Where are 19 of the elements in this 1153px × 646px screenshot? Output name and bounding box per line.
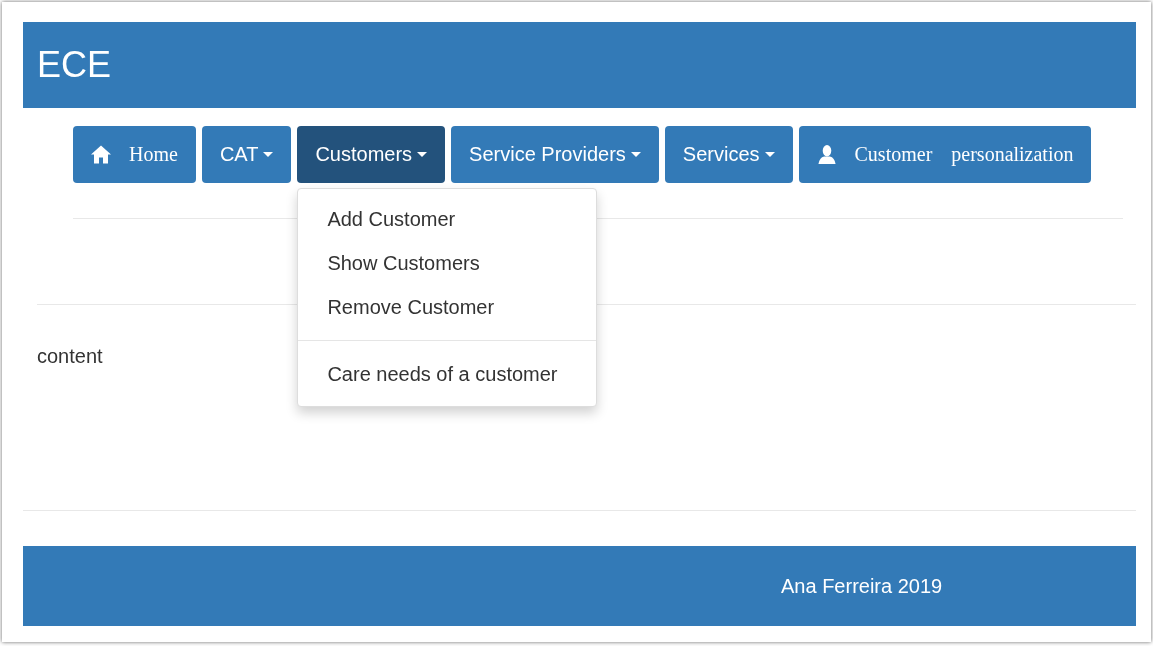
menu-item[interactable]: Care needs of a customer bbox=[298, 352, 597, 396]
content-text: content bbox=[37, 345, 103, 367]
user-icon bbox=[816, 145, 837, 164]
site-title: ECE bbox=[37, 44, 112, 86]
menu-item[interactable]: Show Customers bbox=[298, 241, 597, 285]
caret-icon bbox=[263, 152, 274, 157]
caret-icon bbox=[630, 152, 641, 157]
caret-icon bbox=[417, 152, 428, 157]
footer-text: Ana Ferreira 2019 bbox=[781, 574, 943, 598]
menu-item[interactable]: Remove Customer bbox=[298, 285, 597, 329]
caret-icon bbox=[764, 152, 775, 157]
nav-button[interactable]: Customer personalization bbox=[798, 126, 1092, 183]
nav-button[interactable]: Customers bbox=[297, 126, 446, 183]
nav-button[interactable]: CAT bbox=[201, 126, 292, 183]
home-icon bbox=[91, 145, 111, 164]
menu-item[interactable]: Add Customer bbox=[298, 197, 597, 241]
nav-button[interactable]: Home bbox=[73, 126, 196, 183]
nav-button[interactable]: Services bbox=[664, 126, 793, 183]
nav-button[interactable]: Service Providers bbox=[451, 126, 659, 183]
